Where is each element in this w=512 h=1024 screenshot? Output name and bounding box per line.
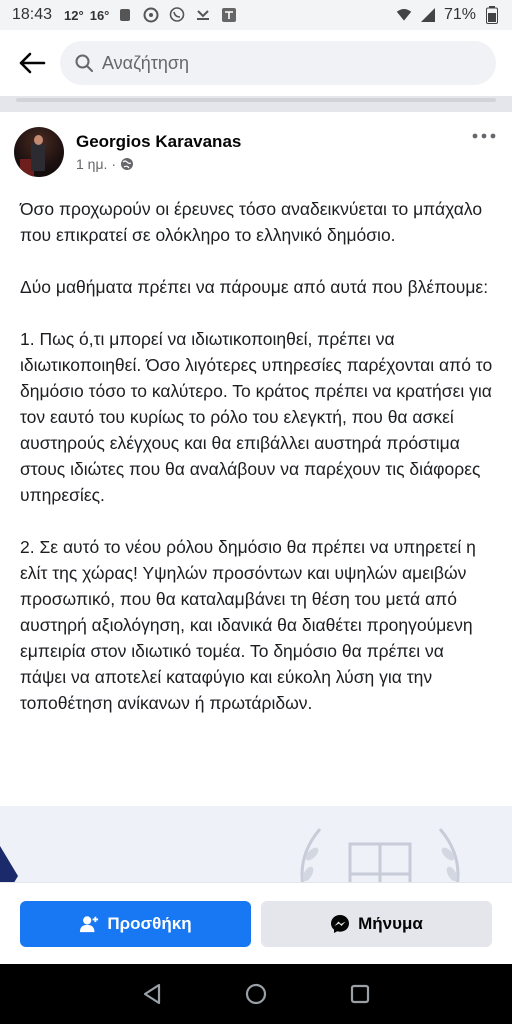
meta-separator: · — [111, 156, 117, 172]
post-paragraph: 2. Σε αυτό το νέου ρόλου δημόσιο θα πρέπ… — [20, 537, 476, 713]
add-friend-label: Προσθήκη — [107, 913, 192, 933]
status-time: 18:43 — [12, 6, 53, 23]
add-friend-button[interactable]: Προσθήκη — [20, 900, 251, 947]
temp-secondary: 16° — [89, 7, 110, 23]
author-block: Georgios Karavanas 1 ημ. · — [76, 132, 241, 172]
search-input[interactable] — [102, 52, 482, 74]
viber-icon — [169, 7, 185, 23]
nav-home-icon — [245, 983, 267, 1005]
back-arrow-icon — [19, 52, 46, 74]
nav-home-button[interactable] — [241, 979, 271, 1009]
globe-icon — [120, 157, 134, 171]
post-header: Georgios Karavanas 1 ημ. · — [14, 124, 500, 180]
avatar[interactable] — [14, 127, 64, 177]
post-paragraph: Δύο μαθήματα πρέπει να πάρουμε από αυτά … — [20, 277, 489, 297]
message-button[interactable]: Μήνυμα — [261, 900, 492, 947]
nav-recents-button[interactable] — [345, 979, 375, 1009]
temp-primary: 12° — [64, 7, 84, 23]
notification-icons — [117, 7, 237, 23]
nav-back-icon — [143, 983, 161, 1005]
messenger-icon — [330, 914, 350, 934]
loop-icon — [143, 7, 159, 23]
status-right: 71% — [396, 6, 500, 24]
missed-call-icon — [195, 7, 211, 23]
nav-back-button[interactable] — [137, 979, 167, 1009]
search-bar[interactable] — [60, 41, 496, 85]
search-icon — [74, 53, 94, 73]
post-meta: 1 ημ. · — [76, 156, 241, 172]
battery-icon — [484, 6, 500, 24]
nav-recents-icon — [350, 984, 370, 1004]
wifi-icon — [396, 7, 412, 23]
post-paragraph: 1. Πως ό,τι μπορεί να ιδιωτικοποιηθεί, π… — [20, 329, 493, 505]
battery-percent: 71% — [443, 6, 476, 23]
message-label: Μήνυμα — [358, 913, 423, 933]
search-header — [0, 30, 512, 96]
post-text: Όσο προχωρούν οι έρευνες τόσο αναδεικνύε… — [20, 196, 494, 742]
feed-divider — [0, 96, 512, 112]
post-timestamp[interactable]: 1 ημ. — [76, 156, 107, 172]
weather-temps: 12° 16° — [64, 8, 109, 23]
system-nav-bar — [0, 964, 512, 1024]
more-dots-icon — [472, 133, 496, 139]
add-friend-icon — [79, 914, 99, 934]
translate-icon — [221, 7, 237, 23]
previous-post-edge — [16, 98, 496, 102]
more-options-button[interactable] — [468, 124, 500, 148]
post-card: Georgios Karavanas 1 ημ. · Όσο προχωρούν… — [0, 112, 512, 812]
author-name[interactable]: Georgios Karavanas — [76, 132, 241, 152]
profile-action-bar: Προσθήκη Μήνυμα — [0, 882, 512, 964]
avatar-head — [34, 135, 43, 145]
status-bar: 18:43 12° 16° 71% — [0, 0, 512, 30]
post-paragraph: Όσο προχωρούν οι έρευνες τόσο αναδεικνύε… — [20, 199, 483, 245]
lottery-icon — [117, 7, 133, 23]
avatar-figure — [31, 141, 45, 171]
signal-icon — [420, 7, 436, 23]
back-button[interactable] — [16, 47, 48, 79]
